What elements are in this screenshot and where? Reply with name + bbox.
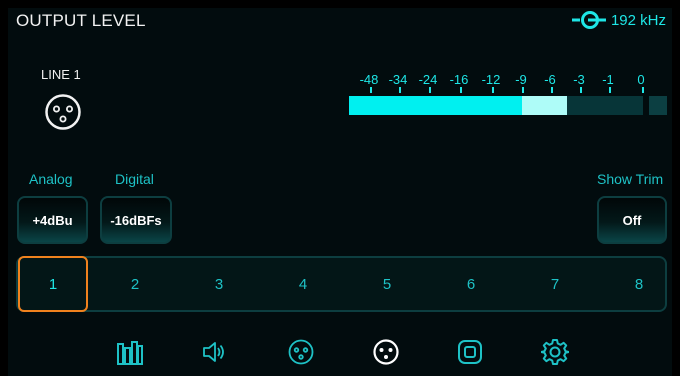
nav-output[interactable]	[370, 336, 402, 368]
meter-tick	[642, 87, 644, 93]
channel-button-4[interactable]: 4	[270, 258, 336, 310]
meter-tick	[580, 87, 582, 93]
meter-scale-label: -1	[602, 72, 614, 87]
meter-tick	[551, 87, 553, 93]
meter-scale-label: -24	[418, 72, 438, 87]
settings-gear-icon	[541, 339, 569, 365]
xlr-input-icon	[288, 339, 314, 365]
page-title: OUTPUT LEVEL	[16, 11, 146, 30]
channel-button-7[interactable]: 7	[522, 258, 588, 310]
sample-rate-indicator: 192 kHz	[571, 10, 666, 30]
meter-tick	[370, 87, 372, 93]
meter-tick	[399, 87, 401, 93]
channel-button-2[interactable]: 2	[102, 258, 168, 310]
nav-input[interactable]	[285, 336, 317, 368]
analog-label: Analog	[29, 171, 73, 187]
meter-tick	[429, 87, 431, 93]
digital-label: Digital	[115, 171, 154, 187]
xlr-connector-icon	[45, 94, 81, 130]
meter-scale-label: -16	[449, 72, 469, 87]
meters-icon	[117, 341, 143, 365]
meter-scale-label: -12	[481, 72, 501, 87]
meter-scale-label: -34	[388, 72, 408, 87]
channel-button-6[interactable]: 6	[438, 258, 504, 310]
meter-scale-label: -3	[573, 72, 585, 87]
nav-meters[interactable]	[114, 336, 146, 368]
nav-square[interactable]	[454, 336, 486, 368]
speaker-icon	[203, 342, 224, 362]
channel-button-5[interactable]: 5	[354, 258, 420, 310]
clip-indicator	[649, 96, 667, 115]
digital-level-button[interactable]: -16dBFs	[100, 196, 172, 244]
level-meter-peak	[522, 96, 567, 115]
output-level-screen: OUTPUT LEVEL 192 kHz LINE 1 -48 -34 -24 …	[8, 8, 672, 376]
channel-name: LINE 1	[41, 67, 81, 82]
show-trim-label: Show Trim	[597, 171, 664, 187]
level-meter-fill	[349, 96, 522, 115]
meter-scale-label: 0	[637, 72, 645, 87]
clock-sync-icon	[571, 11, 606, 29]
meter-tick	[609, 87, 611, 93]
xlr-output-icon	[373, 339, 399, 365]
meter-tick	[492, 87, 494, 93]
sample-rate-text: 192 kHz	[610, 11, 666, 29]
nav-speaker[interactable]	[199, 336, 231, 368]
channel-button-3[interactable]: 3	[186, 258, 252, 310]
meter-tick	[522, 87, 524, 93]
analog-level-button[interactable]: +4dBu	[17, 196, 88, 244]
meter-scale-label: -9	[515, 72, 527, 87]
meter-scale-label: -6	[544, 72, 556, 87]
show-trim-button[interactable]: Off	[597, 196, 667, 244]
meter-tick	[460, 87, 462, 93]
level-meter-empty	[567, 96, 643, 115]
channel-button-1[interactable]: 1	[18, 256, 88, 312]
square-button-icon	[458, 340, 482, 364]
nav-settings[interactable]	[539, 336, 571, 368]
channel-button-8[interactable]: 8	[606, 258, 672, 310]
meter-scale-label: -48	[359, 72, 379, 87]
